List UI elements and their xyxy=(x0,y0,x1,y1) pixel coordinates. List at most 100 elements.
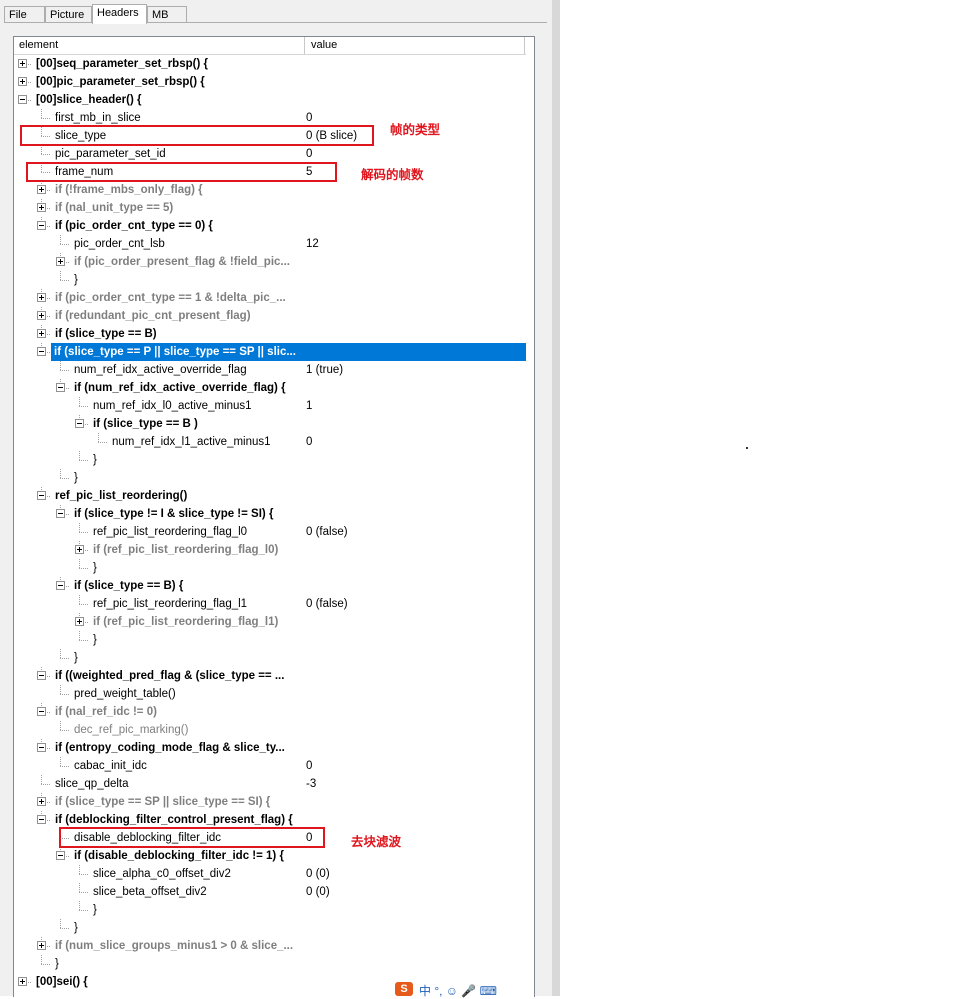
tree-node[interactable]: if (disable_deblocking_filter_idc != 1) … xyxy=(14,847,526,865)
tree-node[interactable]: if (slice_type == B) { xyxy=(14,577,526,595)
tree-connector xyxy=(60,361,61,370)
ime-logo-icon[interactable]: S xyxy=(395,982,413,996)
tree-connector xyxy=(60,235,61,244)
tree-row[interactable]: } xyxy=(14,649,526,667)
collapse-icon[interactable] xyxy=(56,581,65,590)
tree-node[interactable]: if (num_slice_groups_minus1 > 0 & slice_… xyxy=(14,937,526,955)
tree-row[interactable]: } xyxy=(14,919,526,937)
tree-row[interactable]: } xyxy=(14,469,526,487)
tree-row[interactable]: num_ref_idx_active_override_flag 1 (true) xyxy=(14,361,526,379)
tree-row[interactable]: } xyxy=(14,451,526,469)
element-value: 1 (true) xyxy=(306,364,344,376)
collapse-icon[interactable] xyxy=(37,491,46,500)
tree-connector xyxy=(79,901,80,910)
tree-node[interactable]: if (entropy_coding_mode_flag & slice_ty.… xyxy=(14,739,526,757)
tree-node[interactable]: if (slice_type == B ) xyxy=(14,415,526,433)
expand-icon[interactable] xyxy=(37,797,46,806)
tree-node[interactable]: if (pic_order_present_flag & !field_pic.… xyxy=(14,253,526,271)
tab-headers[interactable]: Headers xyxy=(92,4,147,24)
tree-row[interactable]: } xyxy=(14,631,526,649)
expand-icon[interactable] xyxy=(37,293,46,302)
tree-node[interactable]: if (nal_unit_type == 5) xyxy=(14,199,526,217)
expand-icon[interactable] xyxy=(75,545,84,554)
collapse-icon[interactable] xyxy=(37,347,46,356)
tab-picture[interactable]: Picture xyxy=(45,6,92,22)
tree-node[interactable]: if (ref_pic_list_reordering_flag_l0) xyxy=(14,541,526,559)
tree-connector xyxy=(60,244,69,245)
ime-status-text[interactable]: 中 °, ☺ 🎤 ⌨ xyxy=(419,982,497,999)
expand-icon[interactable] xyxy=(18,59,27,68)
element-value: 1 xyxy=(306,400,313,412)
tree-row[interactable]: slice_qp_delta -3 xyxy=(14,775,526,793)
tree-row[interactable]: } xyxy=(14,901,526,919)
tree-node[interactable]: if (pic_order_cnt_type == 0) { xyxy=(14,217,526,235)
tree-row[interactable]: } xyxy=(14,559,526,577)
tree-node[interactable]: if (slice_type == SP || slice_type == SI… xyxy=(14,793,526,811)
tree-row[interactable]: slice_beta_offset_div2 0 (0) xyxy=(14,883,526,901)
vertical-scrollbar[interactable] xyxy=(526,54,534,997)
collapse-icon[interactable] xyxy=(18,95,27,104)
tree-row[interactable]: } xyxy=(14,955,526,973)
collapse-icon[interactable] xyxy=(56,383,65,392)
collapse-icon[interactable] xyxy=(37,743,46,752)
element-label: if (pic_order_present_flag & !field_pic.… xyxy=(74,256,290,268)
expand-icon[interactable] xyxy=(75,617,84,626)
tree-node[interactable]: [00]slice_header() { xyxy=(14,91,526,109)
element-label: [00]seq_parameter_set_rbsp() { xyxy=(36,58,208,70)
element-label: if (redundant_pic_cnt_present_flag) xyxy=(55,310,251,322)
tree-node[interactable]: if (pic_order_cnt_type == 1 & !delta_pic… xyxy=(14,289,526,307)
tree-connector xyxy=(60,721,61,730)
tree-node[interactable]: ref_pic_list_reordering() xyxy=(14,487,526,505)
tree-connector xyxy=(60,694,69,695)
column-divider[interactable] xyxy=(524,37,525,54)
collapse-icon[interactable] xyxy=(37,707,46,716)
tree-connector xyxy=(60,685,61,694)
tree-connector xyxy=(79,631,80,640)
tree-node[interactable]: if (nal_ref_idc != 0) xyxy=(14,703,526,721)
column-header-element[interactable]: element xyxy=(14,37,304,54)
tab-file[interactable]: File xyxy=(4,6,45,22)
element-label: if (ref_pic_list_reordering_flag_l0) xyxy=(93,544,279,556)
tree-row[interactable]: pic_parameter_set_id 0 xyxy=(14,145,526,163)
collapse-icon[interactable] xyxy=(56,851,65,860)
tree-node[interactable]: [00]seq_parameter_set_rbsp() { xyxy=(14,55,526,73)
expand-icon[interactable] xyxy=(18,77,27,86)
element-label: [00]slice_header() { xyxy=(36,94,142,106)
collapse-icon[interactable] xyxy=(56,509,65,518)
tree-node[interactable]: if (slice_type != I & slice_type != SI) … xyxy=(14,505,526,523)
collapse-icon[interactable] xyxy=(75,419,84,428)
collapse-icon[interactable] xyxy=(37,221,46,230)
tree-row[interactable]: slice_alpha_c0_offset_div2 0 (0) xyxy=(14,865,526,883)
tree-node[interactable]: if ((weighted_pred_flag & (slice_type ==… xyxy=(14,667,526,685)
expand-icon[interactable] xyxy=(37,203,46,212)
expand-icon[interactable] xyxy=(37,185,46,194)
tree-row[interactable]: num_ref_idx_l0_active_minus1 1 xyxy=(14,397,526,415)
tree-row[interactable]: cabac_init_idc 0 xyxy=(14,757,526,775)
tree-row[interactable]: pic_order_cnt_lsb 12 xyxy=(14,235,526,253)
tree-row[interactable]: } xyxy=(14,271,526,289)
tree-row[interactable]: ref_pic_list_reordering_flag_l0 0 (false) xyxy=(14,523,526,541)
tree-node[interactable]: if (slice_type == B) xyxy=(14,325,526,343)
expand-icon[interactable] xyxy=(37,941,46,950)
column-divider[interactable] xyxy=(304,37,305,54)
tree-node[interactable]: if (slice_type == P || slice_type == SP … xyxy=(37,343,526,361)
tree-row[interactable]: ref_pic_list_reordering_flag_l1 0 (false) xyxy=(14,595,526,613)
element-label: [00]pic_parameter_set_rbsp() { xyxy=(36,76,205,88)
collapse-icon[interactable] xyxy=(37,815,46,824)
tab-mb[interactable]: MB xyxy=(147,6,187,22)
collapse-icon[interactable] xyxy=(37,671,46,680)
expand-icon[interactable] xyxy=(18,977,27,986)
tree-row[interactable]: pred_weight_table() xyxy=(14,685,526,703)
tree-node[interactable]: [00]pic_parameter_set_rbsp() { xyxy=(14,73,526,91)
expand-icon[interactable] xyxy=(37,311,46,320)
expand-icon[interactable] xyxy=(37,329,46,338)
tree-row[interactable]: num_ref_idx_l1_active_minus1 0 xyxy=(14,433,526,451)
tree-node[interactable]: if (redundant_pic_cnt_present_flag) xyxy=(14,307,526,325)
tree-connector xyxy=(79,640,88,641)
tree-row[interactable]: dec_ref_pic_marking() xyxy=(14,721,526,739)
expand-icon[interactable] xyxy=(56,257,65,266)
tree-node[interactable]: if (!frame_mbs_only_flag) { xyxy=(14,181,526,199)
tree-node[interactable]: if (num_ref_idx_active_override_flag) { xyxy=(14,379,526,397)
tree-node[interactable]: if (ref_pic_list_reordering_flag_l1) xyxy=(14,613,526,631)
column-header-value[interactable]: value xyxy=(306,37,526,54)
